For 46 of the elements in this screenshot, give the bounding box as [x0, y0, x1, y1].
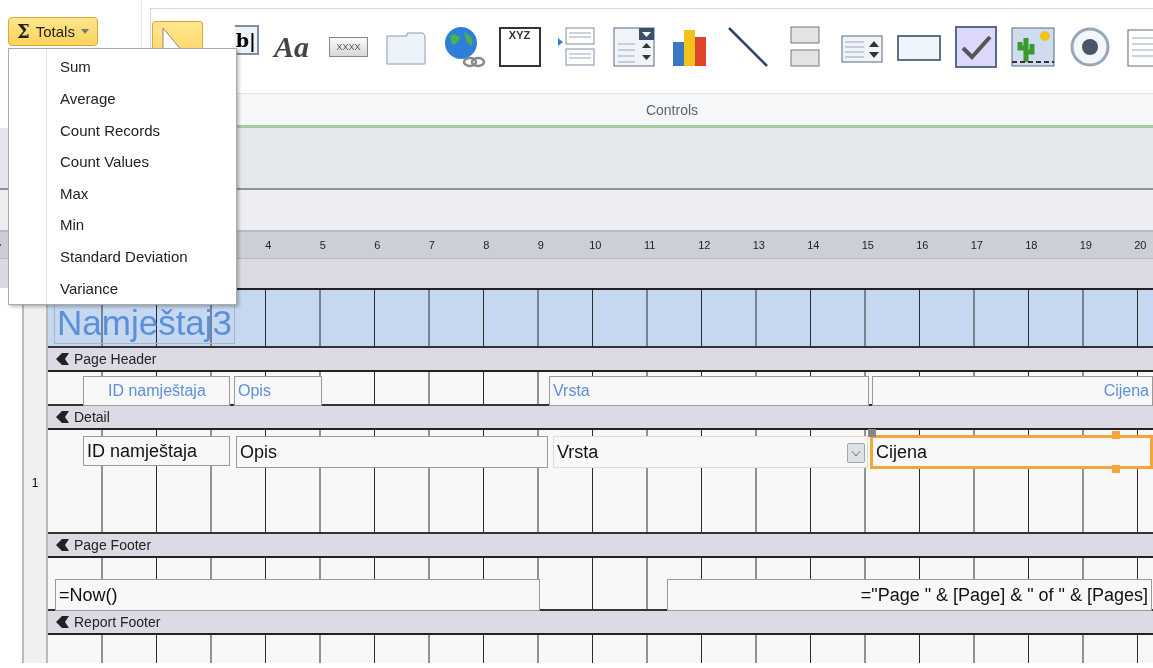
section-arrow-icon: [56, 616, 69, 628]
section-bar[interactable]: Detail: [48, 404, 1153, 428]
caret-icon: [80, 29, 89, 34]
textbox-icon: b|: [234, 25, 259, 55]
menu-item[interactable]: Max: [9, 177, 236, 210]
section-title: Page Header: [74, 351, 157, 367]
ruler-number: 1: [31, 476, 39, 490]
section-bar[interactable]: Report Footer: [48, 609, 1153, 633]
resize-handle[interactable]: [1111, 431, 1120, 439]
menu-item[interactable]: Standard Deviation: [9, 240, 236, 273]
cactus-image-icon: [1009, 24, 1056, 70]
checkbox-icon: [952, 24, 999, 70]
label-icon: Aa: [274, 30, 309, 64]
menu-item[interactable]: Count Records: [9, 114, 236, 146]
sigma-icon: Σ: [17, 21, 30, 42]
combo-box-icon: [610, 24, 657, 70]
menu-item[interactable]: Count Values: [9, 145, 236, 178]
move-handle[interactable]: [868, 429, 876, 437]
text-box-control[interactable]: =Now(): [55, 579, 540, 611]
section-bar[interactable]: Page Footer: [48, 532, 1153, 556]
text-box-control[interactable]: ="Page " & [Page] & " of " & [Pages]: [667, 579, 1152, 611]
control-tool[interactable]: XYZ: [494, 21, 545, 73]
frame-icon: XYZ: [498, 27, 541, 67]
text-box-control[interactable]: Cijena: [870, 435, 1153, 469]
totals-button[interactable]: Σ Totals: [8, 17, 98, 46]
section-title: Page Footer: [74, 537, 152, 553]
caret-icon: [852, 450, 860, 456]
combo-box-control[interactable]: Vrsta: [553, 436, 868, 468]
control-tool[interactable]: Aa: [266, 21, 317, 73]
text-box-control[interactable]: Opis: [236, 436, 548, 468]
section-title: Report Footer: [74, 614, 161, 630]
menu-item[interactable]: Min: [9, 209, 236, 241]
ruler-segment: [22, 633, 48, 663]
button-icon: XXXX: [329, 37, 368, 57]
section-arrow-icon: [56, 411, 69, 423]
menu-item[interactable]: Variance: [9, 272, 236, 304]
section-arrow-icon: [56, 353, 69, 365]
control-tool[interactable]: XXXX: [323, 21, 374, 73]
section-arrow-icon: [56, 539, 69, 551]
group-label: Controls: [645, 101, 699, 118]
dropdown-button[interactable]: [847, 443, 865, 463]
text-box-control[interactable]: ID namještaja: [83, 436, 230, 466]
resize-handle[interactable]: [1111, 465, 1120, 473]
section-title: Detail: [74, 409, 110, 425]
menu-item[interactable]: Average: [9, 82, 236, 115]
section-bar[interactable]: Page Header: [48, 346, 1153, 370]
